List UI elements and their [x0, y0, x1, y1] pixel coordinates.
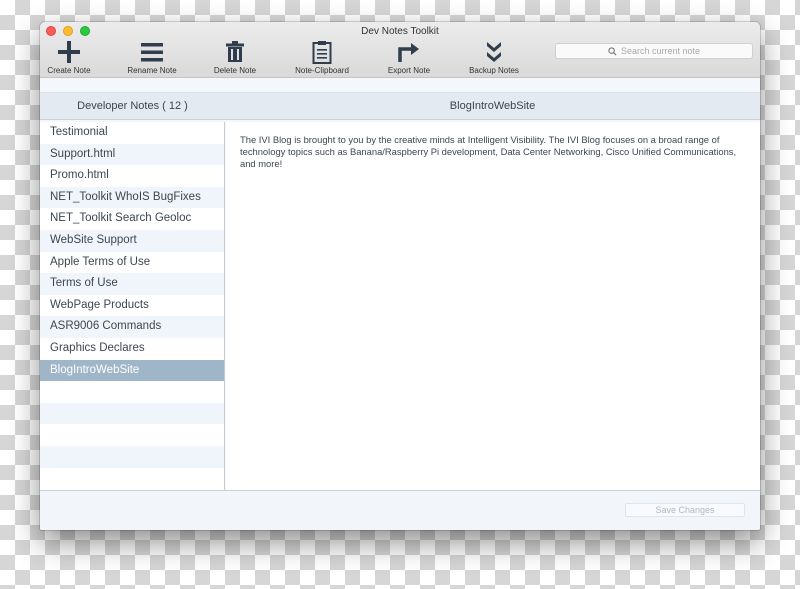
note-editor[interactable]: The IVI Blog is brought to you by the cr… — [226, 122, 760, 490]
clipboard-icon — [282, 39, 362, 65]
empty-list-row — [40, 445, 224, 468]
list-item[interactable]: Support.html — [40, 143, 224, 166]
backup-notes-label: Backup Notes — [469, 66, 519, 75]
list-item[interactable]: Promo.html — [40, 165, 224, 187]
empty-list-row — [40, 424, 224, 446]
notes-list: Testimonial Support.html Promo.html NET_… — [40, 122, 225, 490]
trash-icon — [195, 39, 275, 65]
list-item[interactable]: WebSite Support — [40, 229, 224, 252]
export-arrow-icon — [369, 39, 449, 65]
menu-lines-icon — [112, 39, 192, 65]
delete-note-button[interactable]: Delete Note — [195, 39, 275, 75]
empty-list-row — [40, 402, 224, 425]
toolbar-separator-strip — [40, 78, 760, 92]
note-body-text[interactable]: The IVI Blog is brought to you by the cr… — [240, 134, 750, 170]
toolbar: Dev Notes Toolkit Create Note Rename Not… — [40, 22, 760, 78]
export-note-label: Export Note — [387, 66, 431, 75]
note-clipboard-button[interactable]: Note-Clipboard — [282, 39, 362, 75]
search-input[interactable]: Search current note — [555, 43, 753, 59]
list-item[interactable]: ASR9006 Commands — [40, 316, 224, 338]
rename-note-label: Rename Note — [127, 66, 177, 75]
list-item[interactable]: Graphics Declares — [40, 338, 224, 360]
list-item[interactable]: Testimonial — [40, 122, 224, 144]
plus-icon — [40, 39, 109, 65]
search-icon — [608, 46, 617, 56]
create-note-label: Create Note — [47, 66, 91, 75]
list-item[interactable]: Terms of Use — [40, 273, 224, 295]
footer-bar: Save Changes — [40, 490, 760, 530]
note-clipboard-label: Note-Clipboard — [295, 66, 349, 75]
export-note-button[interactable]: Export Note — [369, 39, 449, 75]
double-chevron-down-icon — [454, 39, 534, 65]
save-changes-button[interactable]: Save Changes — [625, 503, 745, 517]
backup-notes-button[interactable]: Backup Notes — [454, 39, 534, 75]
create-note-button[interactable]: Create Note — [40, 39, 109, 75]
list-item-selected[interactable]: BlogIntroWebSite — [40, 359, 224, 382]
notes-list-title: Developer Notes ( 12 ) — [77, 100, 188, 112]
list-item[interactable]: NET_Toolkit Search Geoloc — [40, 208, 224, 230]
header-band: Developer Notes ( 12 ) BlogIntroWebSite — [40, 92, 760, 120]
list-item[interactable]: WebPage Products — [40, 295, 224, 317]
empty-list-row — [40, 381, 224, 403]
app-window: Dev Notes Toolkit Create Note Rename Not… — [40, 22, 760, 530]
list-item[interactable]: Apple Terms of Use — [40, 252, 224, 274]
search-placeholder: Search current note — [620, 46, 701, 56]
window-title: Dev Notes Toolkit — [361, 26, 439, 37]
delete-note-label: Delete Note — [213, 66, 257, 75]
rename-note-button[interactable]: Rename Note — [112, 39, 192, 75]
empty-list-row — [40, 468, 224, 490]
current-note-title: BlogIntroWebSite — [449, 100, 536, 112]
list-item[interactable]: NET_Toolkit WhoIS BugFixes — [40, 186, 224, 209]
